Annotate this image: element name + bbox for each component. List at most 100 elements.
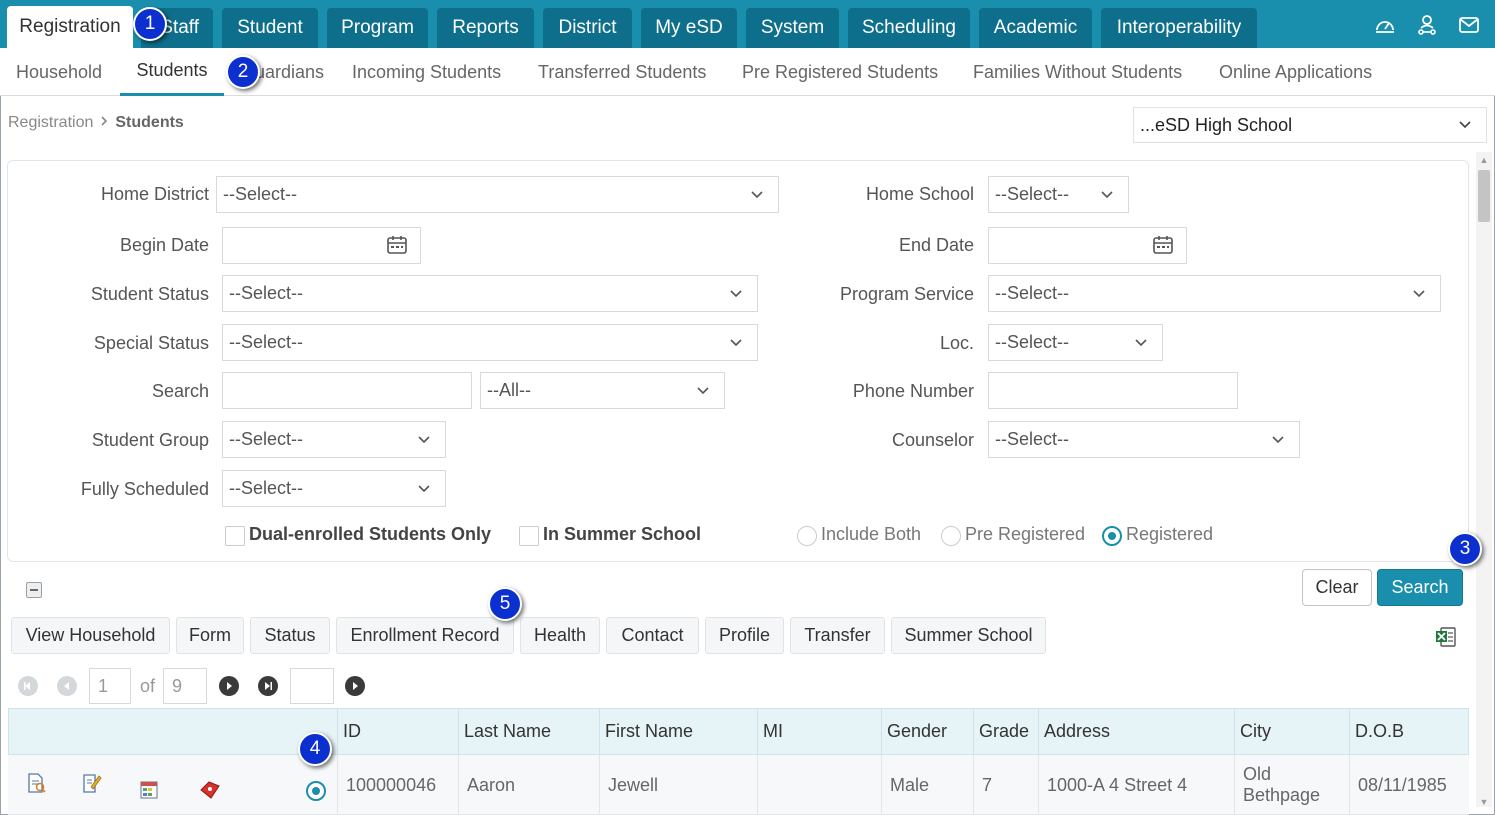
contact-button[interactable]: Contact — [606, 617, 699, 654]
top-nav: Registration Staff Student Program Repor… — [0, 0, 1495, 48]
tab-system[interactable]: System — [746, 8, 839, 48]
form-button[interactable]: Form — [176, 617, 244, 654]
subtab-online-applications[interactable]: Online Applications — [1219, 48, 1372, 96]
tab-scheduling[interactable]: Scheduling — [848, 8, 970, 48]
enrollment-record-button[interactable]: Enrollment Record — [336, 617, 514, 654]
special-status-label: Special Status — [93, 333, 209, 353]
home-school-select[interactable]: --Select-- — [988, 176, 1129, 213]
clear-button[interactable]: Clear — [1302, 569, 1372, 606]
begin-date-label: Begin Date — [119, 235, 209, 255]
include-both-radio[interactable] — [797, 526, 817, 546]
total-pages-value: 9 — [172, 675, 183, 696]
subtab-incoming-students[interactable]: Incoming Students — [352, 48, 501, 96]
excel-export-icon[interactable] — [1435, 626, 1457, 653]
subtab-pre-registered-students[interactable]: Pre Registered Students — [742, 48, 938, 96]
loc-select[interactable]: --Select-- — [988, 324, 1163, 361]
search-input[interactable] — [222, 372, 472, 409]
collapse-panel-icon[interactable] — [26, 582, 42, 598]
first-page-icon[interactable] — [18, 676, 38, 696]
cell-city-line2: Bethpage — [1243, 785, 1321, 805]
col-grade[interactable]: Grade — [973, 708, 1038, 755]
view-document-icon[interactable] — [25, 772, 47, 794]
subtab-transferred-students[interactable]: Transferred Students — [538, 48, 706, 96]
mail-icon[interactable] — [1457, 14, 1481, 36]
col-city[interactable]: City — [1234, 708, 1349, 755]
col-id[interactable]: ID — [337, 708, 458, 755]
prev-page-icon[interactable] — [57, 676, 77, 696]
student-status-label: Student Status — [90, 284, 209, 304]
status-button[interactable]: Status — [250, 617, 330, 654]
alert-tag-icon[interactable] — [199, 780, 221, 802]
col-first-name[interactable]: First Name — [599, 708, 757, 755]
profile-button[interactable]: Profile — [705, 617, 784, 654]
row-select-radio[interactable] — [306, 781, 326, 801]
home-district-select[interactable]: --Select-- — [216, 176, 779, 213]
chevron-right-icon — [99, 114, 109, 132]
tab-student[interactable]: Student — [222, 8, 318, 48]
schedule-grid-icon[interactable] — [139, 780, 161, 802]
fully-scheduled-select[interactable]: --Select-- — [222, 470, 446, 507]
transfer-button[interactable]: Transfer — [790, 617, 885, 654]
tab-my-esd[interactable]: My eSD — [641, 8, 737, 48]
tab-interoperability[interactable]: Interoperability — [1101, 8, 1257, 48]
next-page-icon[interactable] — [219, 676, 239, 696]
phone-number-input[interactable] — [988, 372, 1238, 409]
calendar-icon[interactable] — [1152, 235, 1174, 260]
tab-registration[interactable]: Registration — [7, 6, 133, 48]
search-label: Search — [151, 381, 209, 401]
col-address[interactable]: Address — [1038, 708, 1234, 755]
student-group-label: Student Group — [91, 430, 209, 450]
edit-document-icon[interactable] — [81, 772, 103, 794]
subtab-students[interactable]: Students — [120, 48, 224, 96]
scroll-up-icon[interactable]: ▲ — [1479, 155, 1489, 165]
school-select[interactable]: ...eSD High School — [1133, 107, 1487, 143]
search-scope-select[interactable]: --All-- — [480, 372, 725, 409]
col-mi[interactable]: MI — [757, 708, 881, 755]
tab-program[interactable]: Program — [327, 8, 428, 48]
view-household-button[interactable]: View Household — [11, 617, 170, 654]
end-date-input[interactable] — [988, 227, 1187, 264]
pre-registered-radio[interactable] — [941, 526, 961, 546]
cell-city-line1: Old — [1243, 764, 1272, 784]
chevron-down-icon — [750, 186, 764, 207]
search-button[interactable]: Search — [1377, 569, 1463, 606]
summer-school-button[interactable]: Summer School — [891, 617, 1046, 654]
student-status-select[interactable]: --Select-- — [222, 275, 758, 312]
dashboard-icon[interactable] — [1373, 14, 1397, 36]
student-group-value: --Select-- — [229, 429, 304, 449]
student-group-select[interactable]: --Select-- — [222, 421, 446, 458]
subtab-household[interactable]: Household — [16, 48, 102, 96]
calendar-icon[interactable] — [386, 235, 408, 260]
scrollbar[interactable] — [1476, 152, 1492, 807]
tab-reports[interactable]: Reports — [437, 8, 534, 48]
col-gender[interactable]: Gender — [881, 708, 973, 755]
search-scope-value: --All-- — [487, 380, 531, 400]
special-status-select[interactable]: --Select-- — [222, 324, 758, 361]
col-dob[interactable]: D.O.B — [1349, 708, 1469, 755]
page-number-value: 1 — [98, 675, 109, 696]
go-page-icon[interactable] — [345, 676, 365, 696]
tab-district[interactable]: District — [543, 8, 632, 48]
student-status-value: --Select-- — [229, 283, 304, 303]
col-last-name[interactable]: Last Name — [458, 708, 599, 755]
subtab-families-without-students[interactable]: Families Without Students — [973, 48, 1182, 96]
goto-page-input[interactable] — [290, 668, 334, 704]
chevron-down-icon — [1134, 334, 1148, 355]
last-page-icon[interactable] — [258, 676, 278, 696]
chevron-down-icon — [1271, 431, 1285, 452]
breadcrumb-root[interactable]: Registration — [8, 114, 93, 132]
health-button[interactable]: Health — [520, 617, 600, 654]
scroll-down-icon[interactable]: ▼ — [1479, 797, 1489, 807]
program-service-select[interactable]: --Select-- — [988, 275, 1441, 312]
user-network-icon[interactable] — [1415, 14, 1439, 36]
callout-4: 4 — [298, 732, 332, 766]
tab-academic[interactable]: Academic — [979, 8, 1092, 48]
registered-radio[interactable] — [1102, 526, 1122, 546]
summer-school-checkbox[interactable] — [519, 526, 539, 546]
dual-enrolled-checkbox[interactable] — [225, 526, 245, 546]
begin-date-input[interactable] — [222, 227, 421, 264]
cell-city: Old Bethpage — [1234, 755, 1349, 815]
page-number-input[interactable]: 1 — [89, 668, 131, 704]
counselor-select[interactable]: --Select-- — [988, 421, 1300, 458]
scrollbar-thumb[interactable] — [1478, 170, 1490, 222]
